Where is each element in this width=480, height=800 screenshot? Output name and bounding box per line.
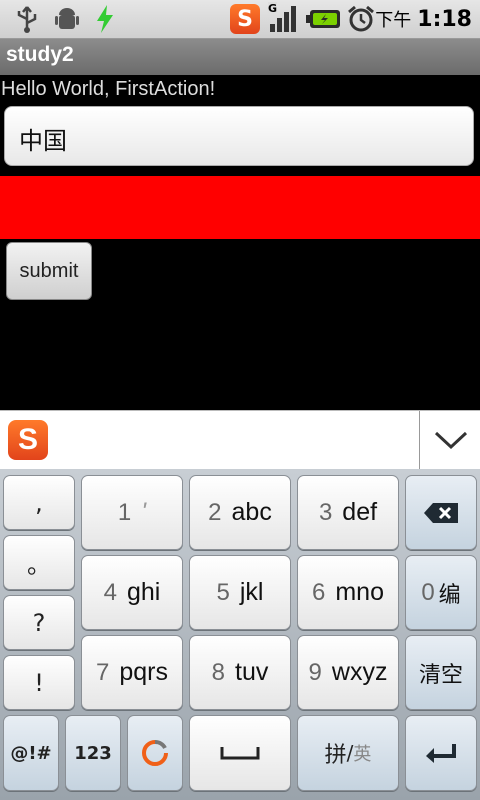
key-letters: abc — [231, 498, 272, 526]
enter-button[interactable] — [405, 715, 477, 791]
time-label: 1:18 — [417, 6, 472, 32]
backspace-button[interactable] — [405, 475, 477, 550]
signal-icon: G — [268, 2, 298, 34]
key-letters: 编 — [438, 581, 461, 607]
key-1[interactable]: 1 ' — [81, 475, 183, 550]
status-bar: S G 下午 1:18 — [0, 0, 480, 39]
hello-text: Hello World, FirstAction! — [1, 78, 216, 100]
chevron-down-icon[interactable] — [419, 411, 480, 469]
submit-button[interactable]: submit — [6, 242, 92, 300]
battery-icon — [306, 4, 342, 34]
text-input-value: 中国 — [19, 127, 67, 155]
network-type-label: G — [268, 2, 278, 15]
key-number: 9 — [308, 658, 322, 686]
key-9[interactable]: 9 wxyz — [297, 635, 399, 710]
sogou-refresh-icon — [142, 740, 168, 766]
ime-toolbar: S — [0, 410, 480, 470]
key-number: 6 — [312, 578, 326, 606]
key-letters: mno — [335, 578, 384, 606]
enter-icon — [426, 744, 456, 763]
key-0[interactable]: 0编 — [405, 555, 477, 630]
sogou-icon: S — [230, 4, 260, 34]
android-debug-icon — [52, 4, 82, 34]
key-label: @!# — [10, 742, 52, 764]
charging-bolt-icon — [90, 4, 120, 34]
app-title: study2 — [6, 43, 74, 66]
key-letters: ' — [141, 498, 147, 526]
key-comma[interactable]: , — [3, 475, 75, 530]
key-label: , — [35, 488, 43, 517]
key-2[interactable]: 2 abc — [189, 475, 291, 550]
usb-icon — [12, 4, 42, 34]
lang-separator: / — [346, 741, 354, 765]
key-letters: jkl — [239, 578, 264, 606]
space-icon — [220, 747, 260, 760]
key-number: 1 — [117, 498, 132, 526]
alarm-icon — [346, 4, 376, 34]
status-clock: 下午 1:18 — [375, 4, 472, 34]
key-letters: def — [342, 498, 378, 526]
numbers-button[interactable]: 123 — [65, 715, 121, 791]
key-label: 清空 — [418, 661, 463, 687]
key-4[interactable]: 4 ghi — [81, 555, 183, 630]
key-label: ? — [32, 608, 46, 637]
key-3[interactable]: 3 def — [297, 475, 399, 550]
backspace-icon — [424, 502, 458, 523]
key-period[interactable]: 。 — [3, 535, 75, 590]
key-label: 。 — [27, 551, 51, 579]
keyboard: , 。 ? ! 1 ' 2 abc 3 def 4 ghi 5 jkl 6 mno 0编 7… — [0, 469, 480, 800]
red-bar — [0, 176, 480, 239]
key-letters: wxyz — [331, 658, 388, 686]
title-bar: study2 — [0, 39, 480, 75]
symbols-button[interactable]: @!# — [3, 715, 59, 791]
key-letters: ghi — [126, 578, 161, 606]
key-letters: tuv — [235, 658, 269, 686]
key-number: 8 — [211, 658, 225, 686]
sogou-switch-button[interactable] — [127, 715, 183, 791]
key-question[interactable]: ? — [3, 595, 75, 650]
language-toggle-button[interactable]: 拼 / 英 — [297, 715, 399, 791]
sogou-logo-icon[interactable]: S — [8, 420, 48, 460]
key-label: 123 — [74, 742, 112, 764]
space-button[interactable] — [189, 715, 291, 791]
ampm-label: 下午 — [375, 10, 412, 31]
key-number: 0 — [421, 578, 435, 606]
key-7[interactable]: 7 pqrs — [81, 635, 183, 710]
key-8[interactable]: 8 tuv — [189, 635, 291, 710]
key-5[interactable]: 5 jkl — [189, 555, 291, 630]
key-letters: pqrs — [119, 658, 168, 686]
key-number: 7 — [96, 658, 110, 686]
lang-alt-label: 英 — [353, 744, 372, 765]
key-label: ! — [34, 668, 44, 697]
key-number: 3 — [318, 498, 333, 526]
clear-button[interactable]: 清空 — [405, 635, 477, 710]
key-number: 5 — [216, 578, 230, 606]
key-6[interactable]: 6 mno — [297, 555, 399, 630]
key-exclaim[interactable]: ! — [3, 655, 75, 710]
text-input[interactable]: 中国 — [4, 106, 474, 166]
lang-main-label: 拼 — [324, 743, 347, 768]
key-number: 2 — [208, 498, 222, 526]
key-number: 4 — [103, 578, 117, 606]
